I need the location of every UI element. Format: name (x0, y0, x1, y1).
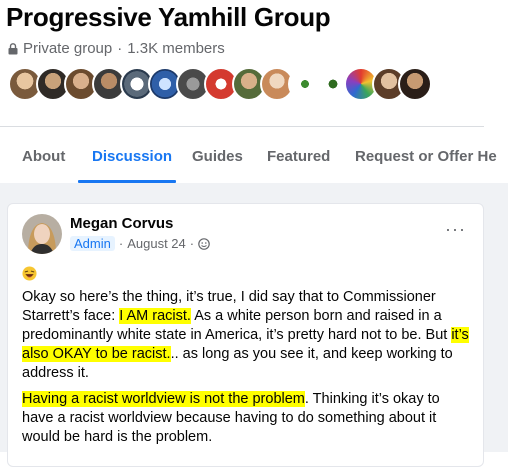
group-title[interactable]: Progressive Yamhill Group (6, 2, 331, 33)
tab-request-or-offer[interactable]: Request or Offer He (355, 148, 497, 165)
member-avatars[interactable] (8, 67, 432, 103)
author-avatar[interactable] (22, 214, 62, 254)
meta-separator: · (117, 40, 123, 57)
group-header: Progressive Yamhill Group Private group … (0, 0, 508, 183)
post-paragraph: Having a racist worldview is not the pro… (22, 390, 474, 447)
group-meta: Private group · 1.3K members (8, 40, 225, 57)
post-body: Okay so here’s the thing, it’s true, I d… (22, 288, 474, 454)
group-privacy-icon (198, 237, 210, 250)
tab-discussion[interactable]: Discussion (92, 148, 172, 165)
highlighted-text: Having a racist worldview is not the pro… (22, 391, 305, 407)
tab-about[interactable]: About (22, 148, 65, 165)
laughing-emoji-icon (22, 266, 37, 281)
tab-guides[interactable]: Guides (192, 148, 243, 165)
post-paragraph: Okay so here’s the thing, it’s true, I d… (22, 288, 474, 383)
more-options-button[interactable]: ··· (445, 220, 466, 238)
post-card: Megan Corvus Admin · August 24 · ··· Oka… (7, 203, 484, 467)
highlighted-text: I AM racist. (119, 308, 191, 324)
author-name[interactable]: Megan Corvus (70, 215, 173, 232)
member-count[interactable]: 1.3K members (127, 40, 225, 57)
group-tabs: About Discussion Guides Featured Request… (0, 127, 497, 183)
privacy-label: Private group (23, 40, 113, 57)
admin-badge[interactable]: Admin (70, 236, 115, 251)
lock-icon (8, 42, 18, 54)
member-avatar[interactable] (398, 67, 432, 101)
post-date[interactable]: August 24 (127, 236, 186, 251)
tab-featured[interactable]: Featured (267, 148, 330, 165)
author-photo (22, 214, 62, 254)
meta-separator: · (118, 236, 124, 251)
meta-separator: · (189, 236, 195, 251)
post-meta: Admin · August 24 · (70, 236, 210, 251)
